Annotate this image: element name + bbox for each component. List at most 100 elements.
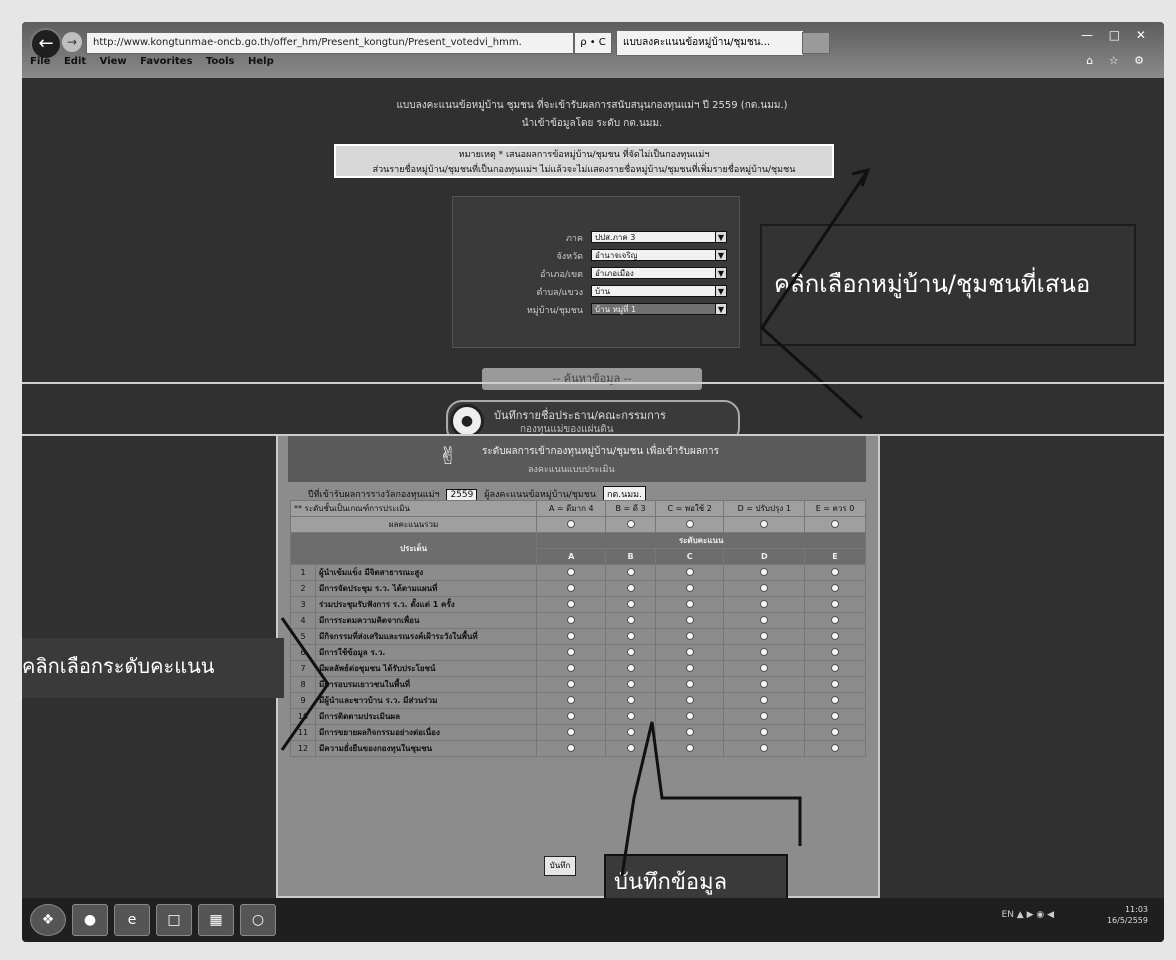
score-radio[interactable] [567, 663, 576, 672]
score-radio[interactable] [567, 711, 576, 720]
score-radio[interactable] [760, 583, 769, 592]
home-star-gear-icons[interactable]: ⌂ ☆ ⚙ [1086, 54, 1150, 67]
score-radio[interactable] [685, 663, 694, 672]
score-radio[interactable] [567, 599, 576, 608]
province-select[interactable]: อำนาจเจริญ [591, 249, 721, 261]
start-orb-icon[interactable]: ❖ [30, 904, 66, 936]
browser-icon[interactable]: ● [72, 904, 108, 936]
menu-favorites[interactable]: Favorites [140, 56, 192, 67]
score-radio[interactable] [626, 663, 635, 672]
grade-d-header: D [723, 548, 806, 565]
village-label: หมู่บ้าน/ชุมชน [526, 306, 583, 316]
score-radio[interactable] [567, 695, 576, 704]
row-criterion: มีการอบรมเยาวชนในพื้นที่ [314, 676, 538, 693]
score-radio[interactable] [567, 679, 576, 688]
score-radio[interactable] [760, 679, 769, 688]
subdistrict-select[interactable]: บ้าน [591, 285, 721, 297]
score-radio[interactable] [567, 567, 576, 576]
score-radio[interactable] [831, 631, 840, 640]
hand-icon: ✌ [438, 442, 459, 470]
clock[interactable]: 11:03 16/5/2559 [1107, 904, 1148, 926]
grade-legend-b: B = ดี 3 [605, 500, 656, 517]
score-radio[interactable] [685, 695, 694, 704]
address-bar[interactable]: http://www.kongtunmae-oncb.go.th/offer_h… [86, 32, 574, 54]
menu-tools[interactable]: Tools [206, 56, 235, 67]
score-radio[interactable] [685, 583, 694, 592]
score-radio[interactable] [626, 599, 635, 608]
menu-edit[interactable]: Edit [64, 56, 86, 67]
score-radio[interactable] [567, 583, 576, 592]
score-radio[interactable] [685, 631, 694, 640]
score-radio[interactable] [567, 727, 576, 736]
menu-file[interactable]: File [30, 56, 50, 67]
score-radio[interactable] [831, 599, 840, 608]
score-radio[interactable] [831, 647, 840, 656]
chat-icon[interactable]: ○ [240, 904, 276, 936]
clock-date: 16/5/2559 [1106, 916, 1148, 925]
score-radio[interactable] [760, 567, 769, 576]
score-radio[interactable] [685, 599, 694, 608]
system-tray[interactable]: EN ▲ ▶ ◉ ◀ [1002, 910, 1054, 920]
summary-radio[interactable] [626, 519, 635, 528]
score-radio[interactable] [567, 743, 576, 752]
browser-tab[interactable]: แบบลงคะแนนข้อหมู่บ้าน/ชุมชน... [616, 30, 804, 56]
score-radio[interactable] [626, 695, 635, 704]
row-criterion: มีกิจกรรมที่ส่งเสริมและรณรงค์เฝ้าระวังใน… [314, 628, 538, 645]
region-select[interactable]: ปปส.ภาค 3 [591, 231, 721, 243]
score-radio[interactable] [831, 679, 840, 688]
page-subtitle: นำเข้าข้อมูลโดย ระดับ กต.นมม. [521, 118, 663, 129]
refresh-icon[interactable]: ρ • C [574, 32, 612, 54]
summary-row: ผลคะแนนรวม [289, 516, 866, 533]
calendar-icon[interactable]: ▦ [198, 904, 234, 936]
score-radio[interactable] [831, 727, 840, 736]
save-button[interactable]: บันทึก [544, 856, 576, 876]
score-radio[interactable] [760, 695, 769, 704]
menu-view[interactable]: View [100, 56, 127, 67]
district-select[interactable]: อำเภอเมือง [591, 267, 721, 279]
search-button[interactable]: -- ค้นหาข้อมูล -- [482, 368, 702, 390]
score-radio[interactable] [685, 567, 694, 576]
legend-row: ** ระดับชั้นเป็นเกณฑ์การประเมิน A = ดีมา… [289, 500, 866, 517]
internet-explorer-icon[interactable]: e [114, 904, 150, 936]
score-radio[interactable] [831, 583, 840, 592]
score-radio[interactable] [831, 711, 840, 720]
table-row: 9 มีผู้นำและชาวบ้าน ร.ว. มีส่วนร่วม [290, 692, 866, 709]
score-radio[interactable] [831, 615, 840, 624]
summary-radio[interactable] [567, 519, 576, 528]
village-select[interactable]: บ้าน หมู่ที่ 1 [591, 303, 721, 315]
summary-radio[interactable] [831, 519, 840, 528]
callout-arrow-icon [620, 721, 802, 877]
score-radio[interactable] [831, 743, 840, 752]
score-radio[interactable] [760, 647, 769, 656]
folder-icon[interactable]: □ [156, 904, 192, 936]
level-label: ผู้ลงคะแนนข้อหมู่บ้าน/ชุมชน [484, 490, 597, 500]
menu-help[interactable]: Help [248, 56, 274, 67]
score-radio[interactable] [760, 599, 769, 608]
score-radio[interactable] [626, 631, 635, 640]
forward-arrow-icon[interactable]: → [62, 32, 82, 52]
score-radio[interactable] [626, 679, 635, 688]
score-radio[interactable] [626, 567, 635, 576]
score-radio[interactable] [567, 631, 576, 640]
new-tab-button[interactable] [802, 32, 830, 54]
score-radio[interactable] [685, 615, 694, 624]
score-radio[interactable] [760, 615, 769, 624]
row-criterion: มีความยั่งยืนของกองทุนในชุมชน [314, 740, 538, 757]
score-window-title: ระดับผลการเข้ากองทุนหมู่บ้าน/ชุมชน เพื่อ… [482, 446, 720, 457]
summary-radio[interactable] [760, 519, 769, 528]
score-radio[interactable] [685, 679, 694, 688]
district-row: อำเภอ/เขต อำเภอเมือง ▼ [463, 267, 733, 282]
score-radio[interactable] [760, 663, 769, 672]
score-radio[interactable] [626, 583, 635, 592]
summary-radio[interactable] [685, 519, 694, 528]
score-radio[interactable] [567, 647, 576, 656]
score-radio[interactable] [831, 567, 840, 576]
score-radio[interactable] [626, 647, 635, 656]
window-controls[interactable]: — □ ✕ [1081, 28, 1152, 42]
score-radio[interactable] [760, 631, 769, 640]
score-radio[interactable] [626, 615, 635, 624]
score-radio[interactable] [567, 615, 576, 624]
score-radio[interactable] [831, 663, 840, 672]
score-radio[interactable] [685, 647, 694, 656]
score-radio[interactable] [831, 695, 840, 704]
